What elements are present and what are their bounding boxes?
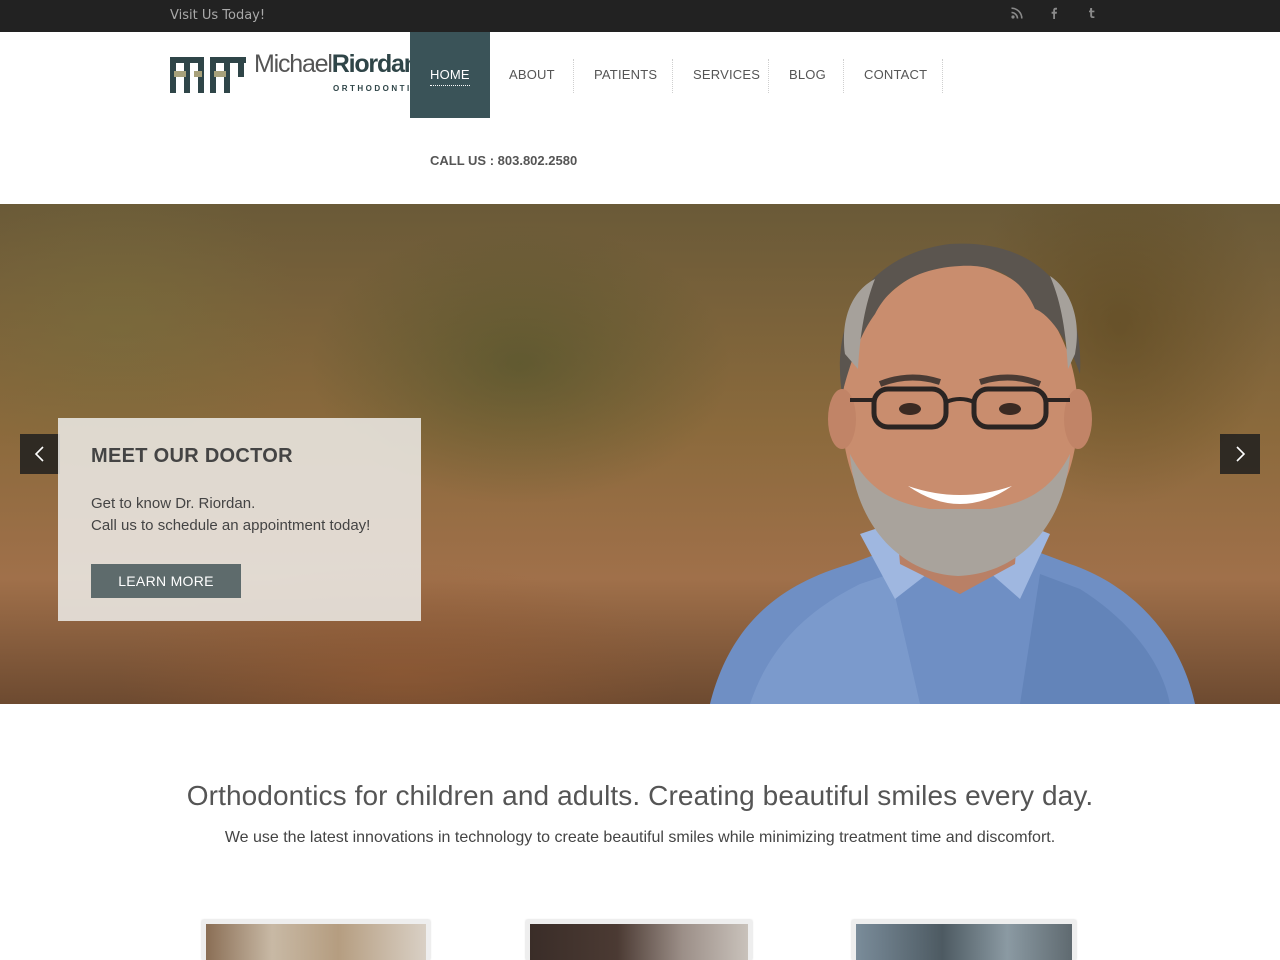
logo-name-light: Michael: [254, 50, 333, 78]
intro-subtext: We use the latest innovations in technol…: [224, 829, 1056, 846]
logo-mark-icon: [170, 57, 246, 93]
feature-image-office[interactable]: [202, 920, 430, 960]
hero-slider: MEET OUR DOCTOR Get to know Dr. Riordan.…: [0, 204, 1280, 704]
tumblr-icon[interactable]: [1083, 7, 1101, 25]
feature-image-clinic[interactable]: [852, 920, 1076, 960]
nav-home-label: HOME: [430, 67, 470, 86]
logo-name-bold: Riordan: [331, 50, 419, 78]
chevron-right-icon: [1236, 446, 1246, 462]
slide-line-2: Call us to schedule an appointment today…: [91, 517, 371, 534]
nav-divider: [942, 59, 943, 93]
learn-more-button[interactable]: LEARN MORE: [91, 564, 241, 598]
facebook-icon[interactable]: [1045, 7, 1063, 25]
top-bar: Visit Us Today!: [0, 0, 1280, 32]
nav-patients[interactable]: PATIENTS: [574, 32, 677, 118]
nav-blog[interactable]: BLOG: [769, 32, 846, 118]
nav-about-label: ABOUT: [509, 67, 555, 82]
nav-contact[interactable]: CONTACT: [844, 32, 947, 118]
nav-services[interactable]: SERVICES: [673, 32, 780, 118]
slider-prev-button[interactable]: [20, 434, 60, 474]
call-us-phone[interactable]: CALL US : 803.802.2580: [430, 153, 577, 168]
slide-title: MEET OUR DOCTOR: [91, 445, 293, 467]
slider-next-button[interactable]: [1220, 434, 1260, 474]
nav-services-label: SERVICES: [693, 67, 761, 82]
site-logo[interactable]: MichaelRiordan ORTHODONTIC: [170, 50, 419, 96]
nav-blog-label: BLOG: [789, 67, 826, 82]
topbar-message: Visit Us Today!: [170, 8, 266, 23]
logo-subtitle: ORTHODONTIC: [333, 84, 421, 93]
slide-text: Get to know Dr. Riordan. Call us to sche…: [91, 493, 411, 537]
chevron-left-icon: [34, 446, 44, 462]
rss-icon[interactable]: [1008, 7, 1026, 25]
nav-about[interactable]: ABOUT: [489, 32, 575, 118]
nav-patients-label: PATIENTS: [594, 67, 658, 82]
nav-contact-label: CONTACT: [864, 67, 928, 82]
doctor-photo: [710, 243, 1195, 704]
logo-name: MichaelRiordan: [254, 50, 419, 79]
intro-headline: Orthodontics for children and adults. Cr…: [186, 780, 1094, 811]
feature-image-patient[interactable]: [526, 920, 752, 960]
slide-caption-box: MEET OUR DOCTOR Get to know Dr. Riordan.…: [58, 418, 421, 621]
nav-home[interactable]: HOME: [410, 32, 490, 118]
slide-line-1: Get to know Dr. Riordan.: [91, 495, 256, 512]
